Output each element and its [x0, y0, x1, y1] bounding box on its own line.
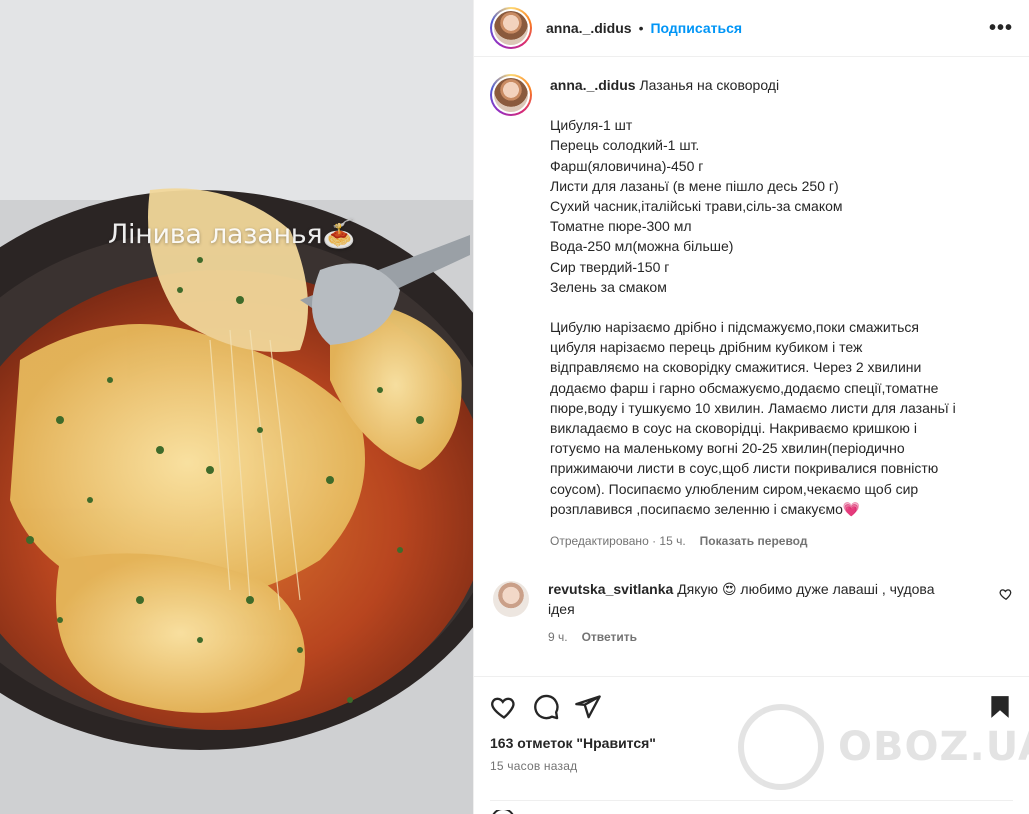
caption-avatar[interactable] [490, 74, 532, 116]
method-line: Цибулю нарізаємо дрібно і підсмажуємо,по… [550, 319, 920, 336]
method-line: розплавився ,посипаємо зеленню і смакуєм… [550, 500, 861, 517]
ingredient-line: Цибуля-1 шт [550, 117, 633, 134]
caption-username[interactable]: anna._.didus [550, 77, 636, 93]
commenter-username[interactable]: revutska_svitlanka [548, 581, 673, 597]
instagram-post-modal: Лінива лазанья🍝 anna._.didus • Подписать… [0, 0, 1029, 814]
ingredient-line: Зелень за смаком [550, 278, 667, 295]
ingredients-list: Цибуля-1 шт Перець солодкий-1 шт. Фарш(яло… [550, 115, 1005, 297]
share-icon[interactable] [574, 693, 602, 721]
comments-scroll-area[interactable]: anna._.didus Лазанья на сковороді Цибуля… [474, 58, 1029, 676]
watermark-globe-icon [738, 704, 824, 790]
method-text: Цибулю нарізаємо дрібно і підсмажуємо,по… [550, 317, 1005, 519]
comment-text-line1: Дякую 😍 любимо дуже лаваші , чудова [677, 581, 935, 598]
watermark-logo: OBOZ.UA [738, 704, 1029, 790]
commenter-avatar[interactable] [493, 581, 529, 618]
follow-button[interactable]: Подписаться [650, 20, 742, 36]
post-header: anna._.didus • Подписаться ••• [474, 0, 1029, 57]
author-username[interactable]: anna._.didus [546, 20, 632, 36]
add-comment-area [490, 800, 1013, 814]
media-overlay-text: Лінива лазанья🍝 [108, 219, 356, 250]
more-options-icon[interactable]: ••• [989, 17, 1013, 40]
comment-text-line2: ідея [548, 601, 575, 618]
comment-like-icon[interactable] [999, 587, 1013, 601]
ingredient-line: Сухий часник,італійські трави,сіль-за см… [550, 198, 843, 215]
edited-label: Отредактировано · 15 ч. [550, 534, 686, 549]
author-avatar[interactable] [490, 7, 532, 49]
method-line: прижимаючи листи в соус,щоб листи покрив… [550, 460, 939, 477]
ingredient-line: Томатне пюре-300 мл [550, 218, 692, 235]
method-line: додаємо фарш і гарно обсмажуємо,додаємо … [550, 379, 939, 396]
like-icon[interactable] [490, 693, 518, 721]
ingredient-line: Фарш(яловичина)-450 г [550, 157, 704, 174]
ingredient-line: Сир твердий-150 г [550, 258, 670, 275]
caption: anna._.didus Лазанья на сковороді Цибуля… [490, 74, 1013, 551]
ingredient-line: Вода-250 мл(можна більше) [550, 238, 734, 255]
method-line: пюре,воду і тушкуємо 10 хвилин. Ламаємо … [550, 399, 956, 416]
method-line: готуємо на маленькому вогні 20-25 хвилин… [550, 440, 905, 457]
method-line: викладаємо в соус на сковорідці. Накрива… [550, 420, 917, 437]
reply-button[interactable]: Ответить [582, 627, 637, 647]
method-line: соусом). Посипаємо улюбленим сиром,чекає… [550, 480, 919, 497]
translate-button[interactable]: Показать перевод [700, 531, 808, 551]
header-separator: • [638, 20, 644, 36]
ingredient-line: Листи для лазаньї (в мене пішло десь 250… [550, 177, 839, 194]
comment-time: 9 ч. [548, 630, 568, 645]
comment-meta: 9 ч. Ответить [548, 627, 976, 647]
post-media[interactable]: Лінива лазанья🍝 [0, 0, 473, 814]
lasagna-photo [0, 0, 473, 814]
comment-icon[interactable] [532, 693, 560, 721]
method-line: відправляємо на сковорідку смажитися. Че… [550, 359, 922, 376]
comment-body: revutska_svitlanka Дякую 😍 любимо дуже л… [548, 579, 976, 647]
caption-title: Лазанья на сковороді [639, 77, 780, 93]
ingredient-line: Перець солодкий-1 шт. [550, 137, 700, 154]
comment: revutska_svitlanka Дякую 😍 любимо дуже л… [490, 579, 1013, 647]
method-line: цибуля нарізаємо перець дрібним кубиком … [550, 339, 863, 356]
emoji-icon[interactable] [490, 808, 516, 814]
watermark-text: OBOZ.UA [838, 724, 1029, 770]
caption-body: anna._.didus Лазанья на сковороді Цибуля… [550, 74, 1005, 551]
post-panel: anna._.didus • Подписаться ••• anna._.di… [473, 0, 1029, 814]
caption-meta: Отредактировано · 15 ч. Показать перевод [550, 531, 1005, 551]
